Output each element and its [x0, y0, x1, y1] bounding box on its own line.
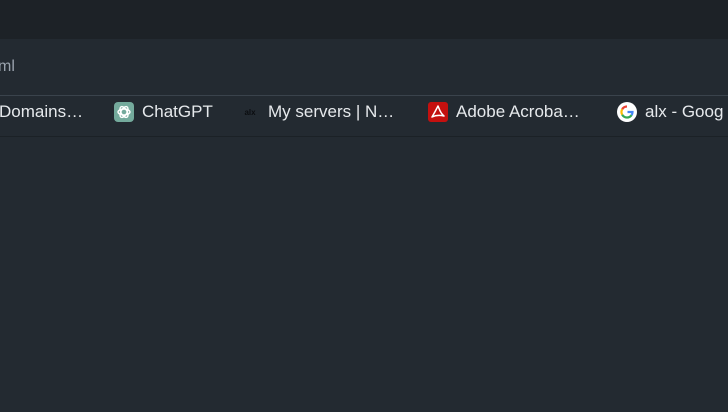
svg-text:alx: alx [244, 108, 256, 117]
alx-icon: alx [240, 102, 260, 122]
bookmark-label: Adobe Acroba… [456, 102, 580, 121]
bookmark-my-servers[interactable]: alx My servers | N… [240, 96, 394, 128]
bookmark-adobe-acrobat[interactable]: Adobe Acroba… [428, 96, 580, 128]
adobe-acrobat-icon [428, 102, 448, 122]
bookmarks-bar: Domains… ChatGPT alx My servers | N… Ado… [0, 96, 728, 137]
bookmark-google[interactable]: alx - Goog [617, 96, 723, 128]
address-bar[interactable]: ml [0, 39, 728, 96]
window-title-bar [0, 0, 728, 39]
address-bar-url[interactable]: ml [0, 57, 15, 77]
bookmark-label: ChatGPT [142, 102, 213, 121]
bookmark-label: alx - Goog [645, 102, 724, 121]
bookmark-label: My servers | N… [268, 102, 395, 121]
google-icon [617, 102, 637, 122]
chatgpt-icon [114, 102, 134, 122]
bookmark-domains[interactable]: Domains… [0, 96, 83, 128]
bookmark-label: Domains… [0, 102, 84, 121]
bookmark-chatgpt[interactable]: ChatGPT [114, 96, 213, 128]
page-content-area[interactable] [0, 137, 728, 412]
